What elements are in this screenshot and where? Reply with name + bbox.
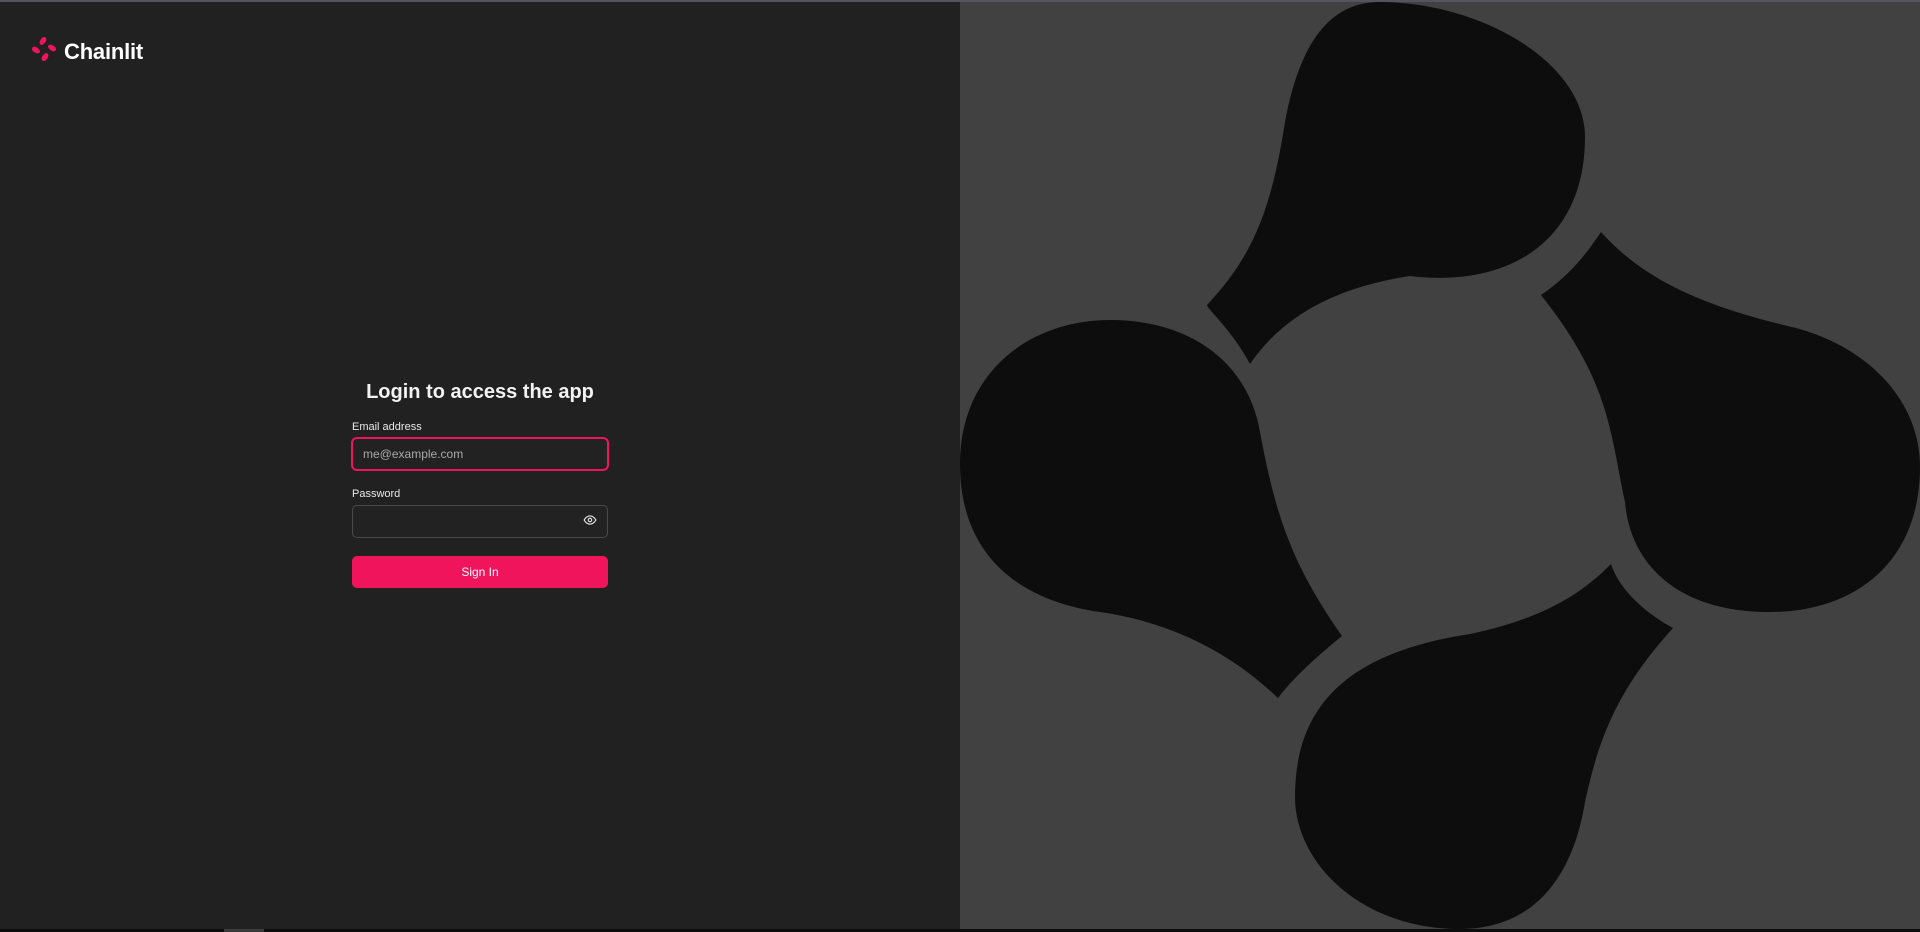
email-label: Email address: [352, 421, 422, 433]
logo-petal-right: [1541, 232, 1920, 612]
password-label: Password: [352, 488, 401, 500]
chainlit-logo-artwork: [960, 2, 1920, 929]
login-title: Login to access the app: [366, 381, 594, 403]
login-panel: Chainlit Login to access the app Email a…: [0, 2, 960, 929]
password-field[interactable]: [353, 506, 607, 537]
login-form: Login to access the app Email address Pa…: [352, 378, 608, 588]
email-field[interactable]: [353, 439, 607, 469]
sign-in-button[interactable]: Sign In: [352, 556, 608, 588]
logo-petal-bottom: [1295, 564, 1673, 929]
email-field-wrapper: [352, 438, 608, 470]
chainlit-logo-icon: [30, 35, 58, 68]
eye-icon: [583, 513, 597, 532]
hero-artwork-panel: [960, 2, 1920, 929]
brand-name: Chainlit: [64, 38, 144, 64]
logo-petal-top: [1207, 2, 1585, 364]
brand: Chainlit: [30, 35, 143, 68]
password-field-wrapper: [352, 505, 608, 538]
show-password-toggle[interactable]: [581, 513, 599, 531]
logo-petal-left: [960, 320, 1342, 698]
